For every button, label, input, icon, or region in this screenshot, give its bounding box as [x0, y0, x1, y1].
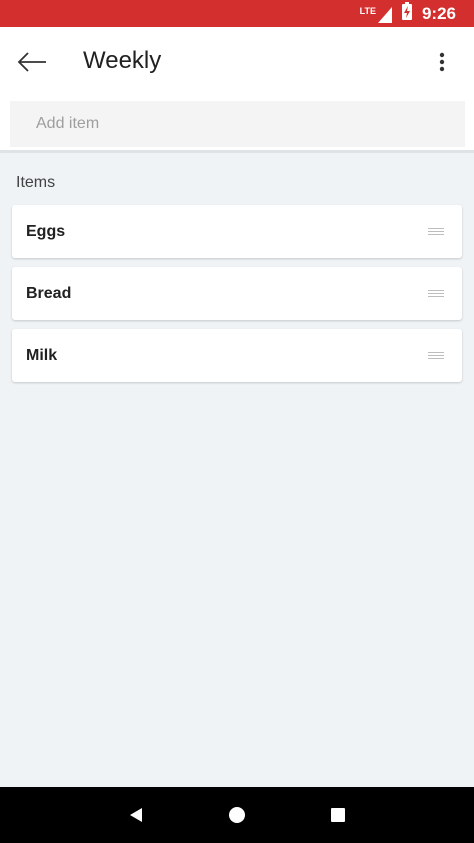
list-item[interactable]: Bread — [12, 267, 462, 320]
drag-handle-icon[interactable] — [428, 290, 444, 297]
app-bar: Weekly — [0, 27, 474, 95]
item-list: Eggs Bread Milk — [12, 205, 462, 391]
network-type: LTE — [359, 5, 376, 16]
recents-square-icon — [331, 808, 346, 822]
back-triangle-icon — [129, 808, 142, 822]
page-title: Weekly — [83, 47, 162, 74]
item-label: Bread — [26, 284, 72, 302]
signal-icon: LTE — [360, 5, 392, 23]
item-label: Eggs — [26, 222, 66, 240]
add-item-input[interactable] — [10, 101, 465, 147]
navigation-bar — [0, 787, 474, 843]
list-item[interactable]: Milk — [12, 329, 462, 382]
list-item[interactable]: Eggs — [12, 205, 462, 258]
nav-home-button[interactable] — [217, 795, 257, 835]
arrow-back-icon — [17, 52, 46, 72]
nav-back-button[interactable] — [116, 795, 156, 835]
home-circle-icon — [228, 807, 245, 823]
status-bar: LTE 9:26 — [0, 0, 474, 27]
drag-handle-icon[interactable] — [428, 228, 444, 235]
add-item-area — [0, 95, 474, 153]
item-label: Milk — [26, 346, 58, 364]
section-label: Items — [16, 174, 56, 191]
more-options-button[interactable] — [424, 44, 460, 80]
nav-recents-button[interactable] — [318, 795, 358, 835]
back-button[interactable] — [14, 44, 50, 80]
drag-handle-icon[interactable] — [428, 352, 444, 359]
more-vert-icon — [439, 52, 445, 72]
clock: 9:26 — [421, 3, 456, 23]
battery-charging-icon — [401, 2, 412, 25]
